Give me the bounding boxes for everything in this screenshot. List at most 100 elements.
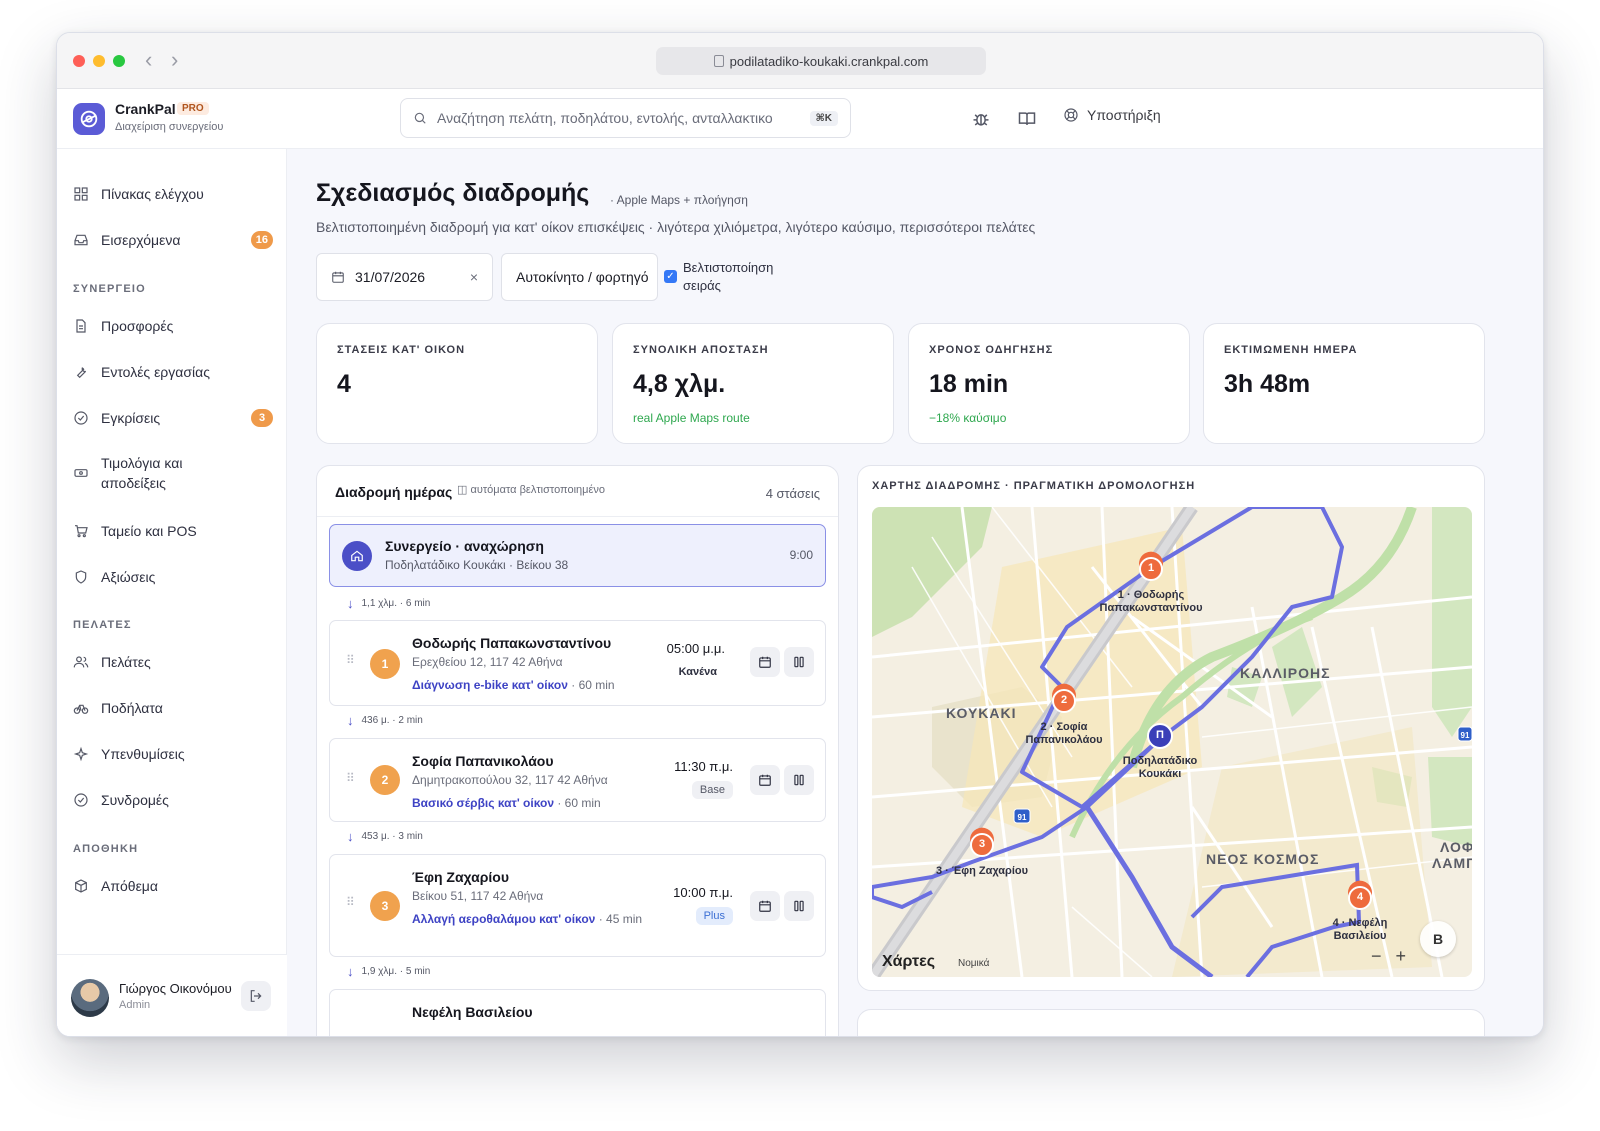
route-stop-card[interactable]: ⠿ 2 Σοφία Παπανικολάου Δημητρακοπούλου 3… — [329, 738, 826, 822]
support-button[interactable]: Υποστήριξη — [1063, 107, 1161, 123]
pin-number: 4 — [1356, 891, 1364, 903]
stop-service-link[interactable]: Διάγνωση e-bike κατ' οίκον — [412, 678, 568, 692]
sidebar-item-invoices[interactable]: Τιμολόγια και αποδείξεις — [73, 453, 273, 493]
route-title: Διαδρομή ημέρας — [335, 484, 453, 500]
minimize-window-button[interactable] — [93, 55, 105, 67]
date-field[interactable]: 31/07/2026 × — [316, 253, 493, 301]
sidebar-item-bikes[interactable]: Ποδήλατα — [73, 697, 273, 719]
route-stop-card[interactable]: ⠿ 1 Θοδωρής Παπακωνσταντίνου Ερεχθείου 1… — [329, 620, 826, 706]
inbox-count-badge: 16 — [250, 231, 273, 249]
close-window-button[interactable] — [73, 55, 85, 67]
route-map[interactable]: ΚΟΥΚΑΚΙ ΚΑΛΛΙΡΟΗΣ ΝΕΟΣ ΚΟΣΜΟΣ ΛΟΦ ΛΑΜΠΡ … — [872, 507, 1472, 977]
stat-label: ΣΥΝΟΛΙΚΗ ΑΠΟΣΤΑΣΗ — [633, 344, 769, 356]
back-arrow-icon[interactable]: ‹ — [145, 48, 152, 72]
stop-duration: · 60 min — [571, 678, 615, 692]
zoom-out-button[interactable]: − — [1371, 946, 1382, 967]
stop-service-link[interactable]: Αλλαγή αεροθαλάμου κατ' οίκον — [412, 912, 595, 926]
pin-number: 2 — [1060, 694, 1068, 706]
route-stop-card[interactable]: ⠿ 3 Έφη Ζαχαρίου Βείκου 51, 117 42 Αθήνα… — [329, 854, 826, 957]
schedule-button[interactable] — [750, 765, 780, 795]
brand-logo-icon[interactable] — [73, 103, 105, 135]
pin-number: 3 — [978, 838, 986, 850]
book-icon[interactable] — [1017, 109, 1037, 129]
sidebar-item-work-orders[interactable]: Εντολές εργασίας — [73, 361, 273, 383]
depot-title: Συνεργείο · αναχώρηση — [385, 538, 544, 554]
zoom-controls: − + — [1371, 946, 1406, 967]
optimize-order-checkbox[interactable]: ✓ Βελτιστοποίηση σειράς — [664, 259, 773, 295]
stop-service-link[interactable]: Βασικό σέρβις κατ' οίκον — [412, 796, 554, 810]
stop-plan-tag: Κανένα — [678, 666, 717, 678]
pin-label-line: Βασιλείου — [1333, 930, 1387, 942]
logout-button[interactable] — [241, 981, 271, 1011]
search-input[interactable]: Αναζήτηση πελάτη, ποδηλάτου, εντολής, αν… — [400, 98, 851, 138]
forward-arrow-icon[interactable]: › — [171, 48, 178, 72]
document-icon — [76, 319, 86, 333]
sidebar-section-title: ΣΥΝΕΡΓΕΙΟ — [73, 283, 146, 295]
stop-customer-name: Θοδωρής Παπακωνσταντίνου — [412, 635, 612, 651]
sidebar-item-pos[interactable]: Ταμείο και POS — [73, 520, 273, 542]
sidebar-item-quotes[interactable]: Προσφορές — [73, 315, 273, 337]
pin-label-line: 1 · Θοδωρής — [1117, 589, 1185, 601]
vehicle-select[interactable]: Αυτοκίνητο / φορτηγό — [501, 253, 658, 301]
stat-note: −18% καύσιμο — [929, 411, 1007, 425]
sidebar-item-dashboard[interactable]: Πίνακας ελέγχου — [73, 183, 273, 205]
stop-duration: · 45 min — [598, 912, 643, 926]
columns-icon — [794, 774, 804, 786]
route-stop-card[interactable]: Νεφέλη Βασιλείου — [329, 989, 826, 1036]
browser-chrome: ‹ › podilatadiko-koukaki.crankpal.com — [57, 33, 1543, 89]
depot-pin-label: Ποδηλατάδικο Κουκάκι — [1115, 755, 1205, 781]
sidebar-item-inventory[interactable]: Απόθεμα — [73, 875, 273, 897]
sidebar-item-label: Πελάτες — [101, 654, 151, 670]
sidebar-item-label: Ποδήλατα — [101, 700, 163, 716]
sidebar-item-customers[interactable]: Πελάτες — [73, 651, 273, 673]
stat-value: 18 min — [929, 370, 1009, 398]
brand-subtitle: Διαχείριση συνεργείου — [115, 121, 224, 133]
open-workorder-button[interactable] — [784, 765, 814, 795]
url-text: podilatadiko-koukaki.crankpal.com — [729, 53, 929, 69]
inbox-icon — [74, 234, 88, 246]
depot-address: Ποδηλατάδικο Κουκάκι · Βείκου 38 — [385, 558, 569, 572]
sidebar-item-label: Αξιώσεις — [101, 569, 156, 585]
route-stop-count: 4 στάσεις — [765, 486, 820, 501]
stop-address: Δημητρακοπούλου 32, 117 42 Αθήνα — [412, 773, 608, 787]
schedule-button[interactable] — [750, 891, 780, 921]
stat-value: 3h 48m — [1224, 370, 1311, 398]
open-workorder-button[interactable] — [784, 647, 814, 677]
date-value: 31/07/2026 — [355, 269, 426, 285]
sidebar-item-reminders[interactable]: Υπενθυμίσεις — [73, 743, 273, 765]
stat-note: real Apple Maps route — [633, 411, 750, 425]
pin-label-line: Παπακωνσταντίνου — [1099, 602, 1203, 614]
sidebar-item-label: Εισερχόμενα — [101, 232, 181, 248]
stop-duration: · 60 min — [557, 796, 601, 810]
route-auto-label: αυτόματα βελτιστοποιημένο — [470, 484, 606, 496]
zoom-in-button[interactable]: + — [1395, 946, 1406, 967]
compass-button[interactable]: Β — [1420, 921, 1456, 957]
sidebar-item-approvals[interactable]: Εγκρίσεις 3 — [73, 407, 273, 429]
sidebar: Πίνακας ελέγχου Εισερχόμενα 16 ΣΥΝΕΡΓΕΙΟ… — [57, 149, 287, 1036]
user-role: Admin — [119, 999, 151, 1011]
maximize-window-button[interactable] — [113, 55, 125, 67]
sidebar-item-subscriptions[interactable]: Συνδρομές — [73, 789, 273, 811]
depot-start-card[interactable]: Συνεργείο · αναχώρηση Ποδηλατάδικο Κουκά… — [329, 524, 826, 587]
schedule-button[interactable] — [750, 647, 780, 677]
columns-icon — [794, 900, 804, 912]
drag-handle-icon[interactable]: ⠿ — [346, 772, 355, 784]
stop-service: Βασικό σέρβις κατ' οίκον · 60 min — [412, 794, 652, 812]
open-workorder-button[interactable] — [784, 891, 814, 921]
stop-customer-name: Σοφία Παπανικολάου — [412, 753, 554, 769]
maps-attribution: Χάρτες — [882, 953, 936, 970]
legal-link[interactable]: Νομικά — [958, 958, 989, 969]
pin-label-line: 2 · Σοφία — [1040, 721, 1088, 733]
avatar[interactable] — [71, 979, 109, 1017]
drag-handle-icon[interactable]: ⠿ — [346, 654, 355, 666]
sidebar-item-claims[interactable]: Αξιώσεις — [73, 566, 273, 588]
clear-date-icon[interactable]: × — [470, 269, 478, 285]
address-bar[interactable]: podilatadiko-koukaki.crankpal.com — [656, 47, 986, 75]
sidebar-item-label: Ταμείο και POS — [101, 523, 197, 539]
approvals-count-badge: 3 — [251, 409, 273, 427]
route-badge-text: 91 — [1460, 731, 1470, 740]
sidebar-item-inbox[interactable]: Εισερχόμενα 16 — [73, 229, 273, 251]
route-auto-note: ◫ αυτόματα βελτιστοποιημένο — [457, 483, 605, 496]
bug-icon[interactable] — [971, 109, 991, 129]
drag-handle-icon[interactable]: ⠿ — [346, 896, 355, 908]
